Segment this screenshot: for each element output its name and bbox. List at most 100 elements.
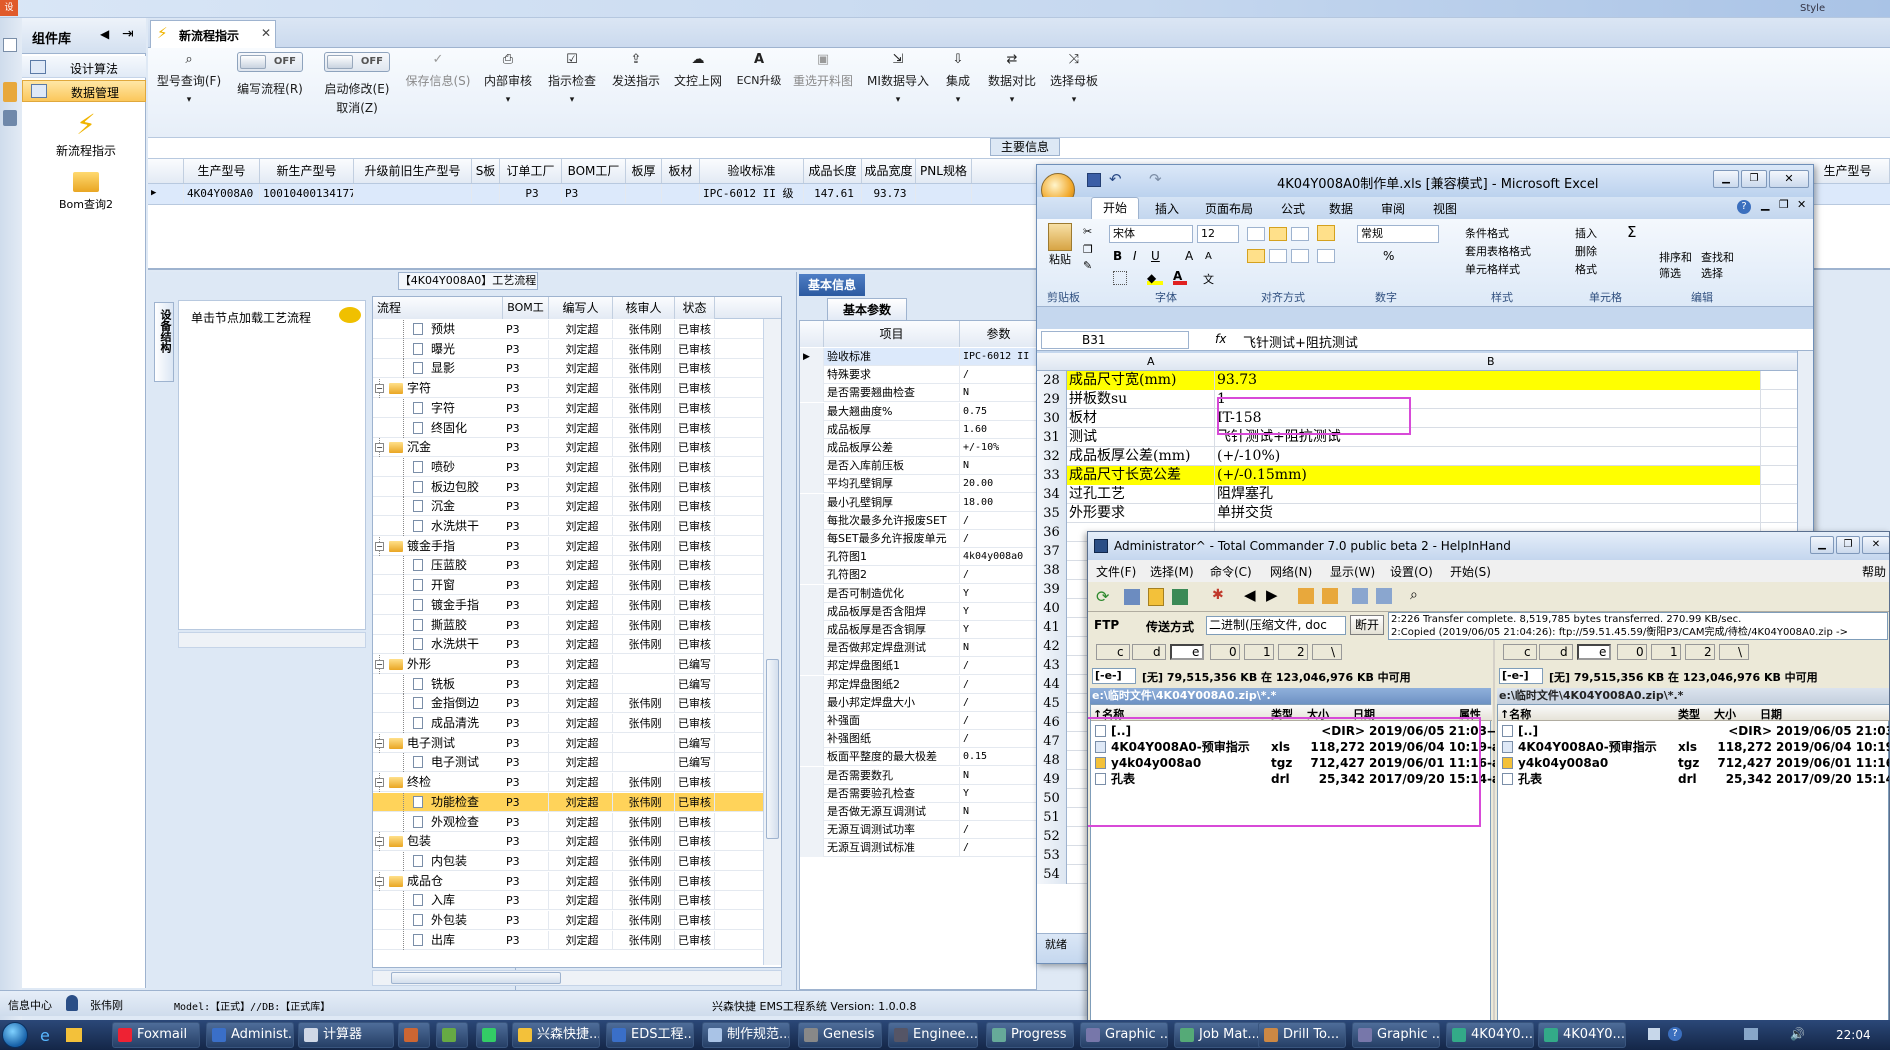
cell-s-board[interactable] — [472, 184, 500, 203]
param-value[interactable]: Y — [960, 585, 1036, 603]
param-value[interactable]: 0.75 — [960, 403, 1036, 421]
ribbon-minimize-icon[interactable]: ▁ — [1761, 198, 1769, 211]
tc-menu-command[interactable]: 命令(C) — [1210, 563, 1252, 580]
redo-icon[interactable]: ↷ — [1149, 170, 1162, 188]
process-row[interactable]: 电子测试 P3 刘定超 已编写 — [373, 753, 781, 773]
disconnect-button[interactable]: 断开 — [1350, 615, 1384, 635]
col-header[interactable]: 新生产型号 — [260, 159, 354, 183]
bom-query-action[interactable]: Bom查询2 — [36, 168, 136, 218]
process-row[interactable]: − 成品仓 P3 刘定超 张伟刚 已审核 — [373, 871, 781, 891]
ribbon-tab-home[interactable]: 开始 — [1091, 197, 1139, 219]
integrate-button[interactable]: ⇩ 集成 ▾ — [936, 52, 980, 105]
col-header[interactable]: 生产型号 — [184, 159, 260, 183]
tray-network-icon[interactable] — [1744, 1028, 1758, 1040]
scroll-thumb[interactable] — [766, 659, 779, 839]
expand-icon[interactable]: − — [375, 876, 384, 886]
param-value[interactable]: 20.00 — [960, 475, 1036, 493]
cancel-label[interactable]: 取消(Z) — [314, 99, 400, 116]
forward-icon[interactable]: ▶ — [1266, 586, 1278, 604]
network-drive-button[interactable]: \ — [1312, 644, 1342, 660]
param-row[interactable]: 成品板厚公差 +/-10% — [800, 439, 1036, 457]
clock[interactable]: 22:04 — [1836, 1028, 1871, 1042]
param-row[interactable]: 补强面 / — [800, 712, 1036, 730]
drive-2-button[interactable]: 2 — [1685, 644, 1715, 660]
taskbar-item[interactable]: Graphic ... — [1352, 1022, 1440, 1048]
tray-help-icon[interactable]: ? — [1668, 1027, 1682, 1041]
expand-icon[interactable]: − — [375, 443, 384, 453]
number-format-combo[interactable]: 常规 — [1357, 225, 1439, 243]
col-header[interactable]: BOM工厂 — [562, 159, 626, 183]
param-value[interactable]: N — [960, 457, 1036, 475]
info-center-label[interactable]: 信息中心 — [8, 997, 52, 1013]
file-row[interactable]: y4k04y008a0 tgz 712,427 2019/06/01 11:16-a- — [1498, 755, 1889, 771]
param-value[interactable]: N — [960, 384, 1036, 402]
col-type[interactable]: 类型 — [1678, 706, 1700, 722]
cell-new-model[interactable]: 10010400134177 — [260, 184, 354, 203]
col-header-b[interactable]: B — [1487, 355, 1495, 368]
doc-online-button[interactable]: ☁ 文控上网 — [668, 52, 728, 89]
col-size[interactable]: 大小 — [1714, 706, 1736, 722]
param-row[interactable]: 是否需要验孔检查 Y — [800, 784, 1036, 803]
formula-value[interactable]: 飞针测试+阻抗测试 — [1243, 332, 1358, 351]
process-row[interactable]: 喷砂 P3 刘定超 张伟刚 已审核 — [373, 457, 781, 477]
process-row[interactable]: 入库 P3 刘定超 张伟刚 已审核 — [373, 891, 781, 911]
cell-length[interactable]: 147.61 — [804, 184, 862, 203]
send-instruction-button[interactable]: ⇪ 发送指示 — [606, 52, 666, 89]
dropdown-arrow-icon[interactable]: ▾ — [1044, 95, 1104, 105]
param-row[interactable]: 是否需要数孔 N — [800, 766, 1036, 785]
drive-1-button[interactable]: 1 — [1244, 644, 1274, 660]
process-row[interactable]: 板边包胶 P3 刘定超 张伟刚 已审核 — [373, 477, 781, 497]
paste-button[interactable]: 粘贴 — [1045, 223, 1075, 273]
instruction-check-button[interactable]: ☑ 指示检查 ▾ — [542, 52, 602, 105]
cell-width[interactable]: 93.73 — [862, 184, 916, 203]
process-row[interactable]: 显影 P3 刘定超 张伟刚 已审核 — [373, 359, 781, 379]
phonetic-icon[interactable]: 文 — [1203, 271, 1214, 287]
find-select-item[interactable]: 查找和选择 — [1701, 249, 1737, 281]
process-row[interactable]: 压蓝胶 P3 刘定超 张伟刚 已审核 — [373, 556, 781, 576]
cell-a[interactable]: 成品尺寸长宽公差 — [1067, 466, 1215, 485]
unpack-icon[interactable] — [1322, 588, 1338, 604]
param-row[interactable]: 孔符图1 4k04y008a0 — [800, 548, 1036, 567]
library-item-design[interactable]: 设计算法 — [22, 56, 146, 78]
col-header[interactable]: S板 — [472, 159, 500, 183]
network-drive-button[interactable]: \ — [1719, 644, 1749, 660]
cell-material[interactable] — [662, 184, 700, 203]
tc-minimize-button[interactable]: ▁ — [1810, 536, 1834, 554]
param-value[interactable]: 0.15 — [960, 748, 1036, 766]
process-scrollbar-left[interactable] — [178, 632, 366, 648]
expand-icon[interactable]: − — [375, 659, 384, 669]
process-row[interactable]: − 沉金 P3 刘定超 张伟刚 已审核 — [373, 438, 781, 458]
col-header[interactable]: 验收标准 — [700, 159, 804, 183]
tc-menu-help[interactable]: 帮助 — [1862, 563, 1886, 580]
param-value[interactable]: / — [960, 694, 1036, 712]
cell-a[interactable]: 外形要求 — [1067, 504, 1215, 523]
param-value[interactable]: / — [960, 530, 1036, 548]
back-icon[interactable]: ◀ — [1244, 586, 1256, 604]
param-row[interactable]: 每SET最多允许报废单元 / — [800, 530, 1036, 548]
expand-icon[interactable]: − — [375, 384, 384, 394]
process-row[interactable]: 外观检查 P3 刘定超 张伟刚 已审核 — [373, 812, 781, 832]
new-process-action[interactable]: ⚡ 新流程指示 — [36, 108, 136, 168]
invert-select-icon[interactable]: ✱ — [1212, 587, 1224, 603]
param-row[interactable]: 平均孔壁铜厚 20.00 — [800, 475, 1036, 494]
drive-d-button[interactable]: d — [1539, 644, 1573, 660]
brief-view-icon[interactable] — [1148, 588, 1164, 606]
param-row[interactable]: 最小孔壁铜厚 18.00 — [800, 493, 1036, 512]
expand-icon[interactable]: − — [375, 778, 384, 788]
process-row[interactable]: − 镀金手指 P3 刘定超 张伟刚 已审核 — [373, 536, 781, 556]
taskbar-item[interactable]: Enginee... — [888, 1022, 978, 1048]
sheet-row[interactable]: 32 成品板厚公差(mm) (+/-10%) — [1037, 447, 1797, 466]
tc-maximize-button[interactable]: ❐ — [1836, 536, 1860, 554]
param-row[interactable]: 是否做无源互调测试 N — [800, 803, 1036, 821]
param-row[interactable]: 最大翘曲度% 0.75 — [800, 402, 1036, 421]
file-row[interactable]: 4K04Y008A0-预审指示 xls 118,272 2019/06/04 10:1… — [1498, 739, 1889, 755]
param-value[interactable]: 4k04y008a0 — [960, 548, 1036, 566]
save-info-button[interactable]: ✓ 保存信息(S) — [400, 52, 476, 89]
sheet-row[interactable]: 28 成品尺寸宽(mm) 93.73 — [1037, 371, 1797, 390]
ribbon-tab[interactable]: 页面布局 — [1205, 200, 1253, 217]
font-color-icon[interactable]: A — [1173, 269, 1187, 285]
taskbar-item[interactable]: 4K04Y0... — [1538, 1022, 1626, 1048]
process-row[interactable]: − 字符 P3 刘定超 张伟刚 已审核 — [373, 379, 781, 399]
model-search-button[interactable]: ⌕ 型号查询(F) ▾ — [154, 52, 224, 105]
cell-standard[interactable]: IPC-6012 II 级 — [700, 184, 804, 203]
